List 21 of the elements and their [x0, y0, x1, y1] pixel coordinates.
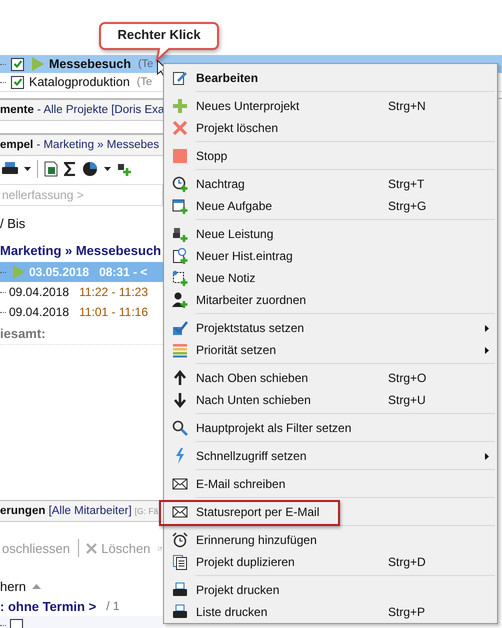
shortcut-label: Strg+O: [388, 371, 426, 385]
shortcut-label: Strg+P: [388, 605, 426, 619]
entry-time: 11:01 - 11:16: [79, 305, 148, 319]
panel-title: empel - Marketing » Messebes: [0, 139, 160, 151]
entry-date: 03.05.2018: [29, 265, 90, 279]
entry-time: 11:22 - 11:23: [79, 285, 148, 299]
entry-date: 09.04.2018: [9, 305, 70, 319]
shortcut-label: Strg+G: [388, 199, 426, 213]
entry-date: 09.04.2018: [9, 285, 70, 299]
project-tag: (Te: [136, 76, 152, 88]
shortcut-label: Strg+U: [388, 393, 426, 407]
group-heading: Marketing » Messebesuch: [0, 242, 162, 260]
project-name: Katalogproduktion: [29, 75, 130, 89]
panel-title: erungen [Alle Mitarbeiter]: [0, 505, 132, 517]
shortcut-label: Strg+N: [388, 99, 426, 113]
shortcut-label: Strg+D: [388, 555, 426, 569]
count-label: / 1: [106, 599, 120, 613]
group-heading: : ohne Termin >: [0, 598, 96, 614]
entry-time: 08:31 - <: [99, 265, 148, 279]
filter-label: [G: Fä: [134, 506, 158, 516]
shortcut-label: Strg+T: [388, 177, 424, 191]
